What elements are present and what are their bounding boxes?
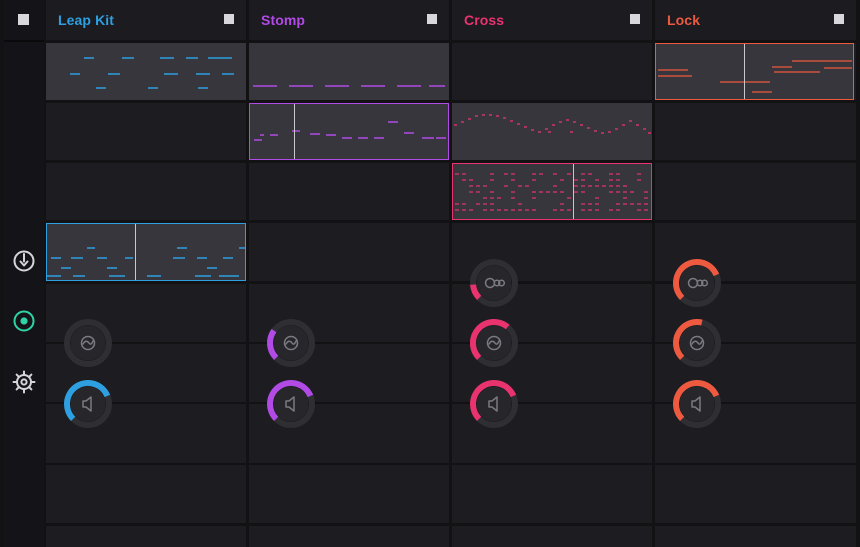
empty-slot[interactable]	[655, 163, 856, 220]
lock-fx-knob[interactable]	[671, 257, 723, 309]
empty-slot[interactable]	[655, 465, 856, 523]
clip-leapkit-4[interactable]	[46, 223, 246, 281]
leapkit-filter-knob[interactable]	[62, 317, 114, 369]
empty-slot[interactable]	[46, 163, 246, 220]
cross-filter-knob[interactable]	[468, 317, 520, 369]
global-control-column	[4, 0, 44, 547]
metronome-icon[interactable]	[12, 249, 36, 273]
empty-slot[interactable]	[46, 103, 246, 160]
playhead	[294, 104, 295, 159]
track-name: Cross	[464, 12, 505, 28]
track-header-stomp[interactable]: Stomp	[249, 0, 449, 40]
track-stop-button[interactable]	[427, 14, 437, 24]
clip-stomp-1[interactable]	[249, 43, 449, 100]
clip-stomp-2[interactable]	[249, 103, 449, 160]
empty-slot[interactable]	[452, 526, 652, 547]
empty-slot[interactable]	[452, 43, 652, 100]
empty-slot[interactable]	[452, 465, 652, 523]
clip-leapkit-1[interactable]	[46, 43, 246, 100]
track-header-lock[interactable]: Lock	[655, 0, 856, 40]
stomp-volume-knob[interactable]	[265, 378, 317, 430]
playhead	[744, 44, 745, 99]
track-stop-button[interactable]	[630, 14, 640, 24]
header-divider	[4, 40, 44, 42]
empty-slot[interactable]	[46, 526, 246, 547]
track-stop-button[interactable]	[224, 14, 234, 24]
cross-fx-knob[interactable]	[468, 257, 520, 309]
track-header-leapkit[interactable]: Leap Kit	[46, 0, 246, 40]
playhead	[135, 224, 136, 280]
playhead	[573, 164, 574, 219]
empty-slot[interactable]	[249, 223, 449, 281]
lock-volume-knob[interactable]	[671, 378, 723, 430]
empty-slot[interactable]	[655, 103, 856, 160]
stomp-filter-knob[interactable]	[265, 317, 317, 369]
track-name: Stomp	[261, 12, 306, 28]
clip-cross-2[interactable]	[452, 103, 652, 160]
track-stop-button[interactable]	[834, 14, 844, 24]
track-name: Leap Kit	[58, 12, 115, 28]
settings-gear-icon[interactable]	[12, 370, 36, 394]
clip-cross-3[interactable]	[452, 163, 652, 220]
empty-slot[interactable]	[655, 526, 856, 547]
empty-slot[interactable]	[46, 465, 246, 523]
track-name: Lock	[667, 12, 701, 28]
stop-all-button[interactable]	[18, 14, 29, 25]
empty-slot[interactable]	[249, 163, 449, 220]
leapkit-volume-knob[interactable]	[62, 378, 114, 430]
record-icon[interactable]	[12, 309, 36, 333]
lock-filter-knob[interactable]	[671, 317, 723, 369]
empty-slot[interactable]	[249, 465, 449, 523]
cross-volume-knob[interactable]	[468, 378, 520, 430]
track-header-cross[interactable]: Cross	[452, 0, 652, 40]
empty-slot[interactable]	[249, 526, 449, 547]
clip-launcher: Leap Kit Stomp Cross Lock	[0, 0, 860, 547]
clip-lock-1[interactable]	[655, 43, 854, 100]
